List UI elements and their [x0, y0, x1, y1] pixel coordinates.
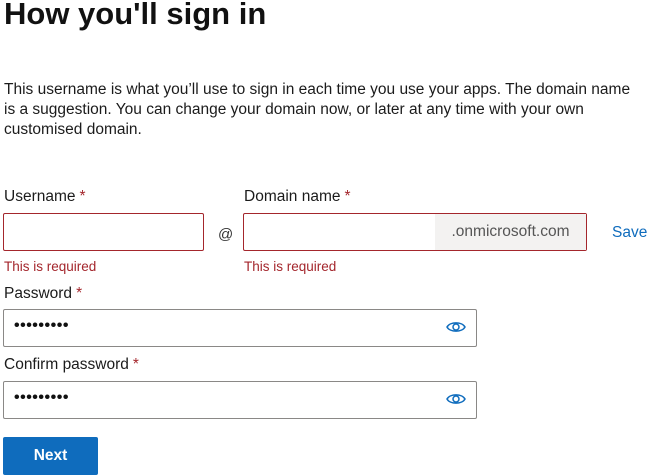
eye-icon[interactable]: [446, 392, 466, 406]
page-title: How you'll sign in: [4, 0, 267, 31]
eye-icon[interactable]: [446, 320, 466, 334]
confirm-password-label: Confirm password *: [4, 356, 139, 374]
save-domain-link[interactable]: Save: [612, 224, 647, 242]
password-input[interactable]: •••••••••: [3, 309, 477, 347]
page-description: This username is what you’ll use to sign…: [4, 81, 631, 138]
confirm-password-label-text: Confirm password: [4, 356, 129, 373]
domain-suffix: .onmicrosoft.com: [435, 214, 586, 250]
confirm-password-input[interactable]: •••••••••: [3, 381, 477, 419]
password-masked-value: •••••••••: [14, 317, 69, 334]
password-label-text: Password: [4, 285, 73, 302]
domain-label: Domain name *: [244, 188, 351, 206]
username-input[interactable]: [3, 213, 204, 251]
domain-input[interactable]: .onmicrosoft.com: [243, 213, 587, 251]
required-marker: *: [344, 188, 351, 205]
required-marker: *: [79, 188, 86, 205]
username-label: Username *: [4, 188, 86, 206]
username-label-text: Username: [4, 188, 76, 205]
domain-label-text: Domain name: [244, 188, 341, 205]
required-marker: *: [132, 356, 139, 373]
domain-error: This is required: [244, 259, 337, 274]
required-marker: *: [76, 285, 83, 302]
next-button[interactable]: Next: [3, 437, 98, 475]
password-label: Password *: [4, 285, 82, 303]
username-error: This is required: [4, 259, 97, 274]
at-symbol: @: [218, 226, 234, 243]
confirm-password-masked-value: •••••••••: [14, 389, 69, 406]
